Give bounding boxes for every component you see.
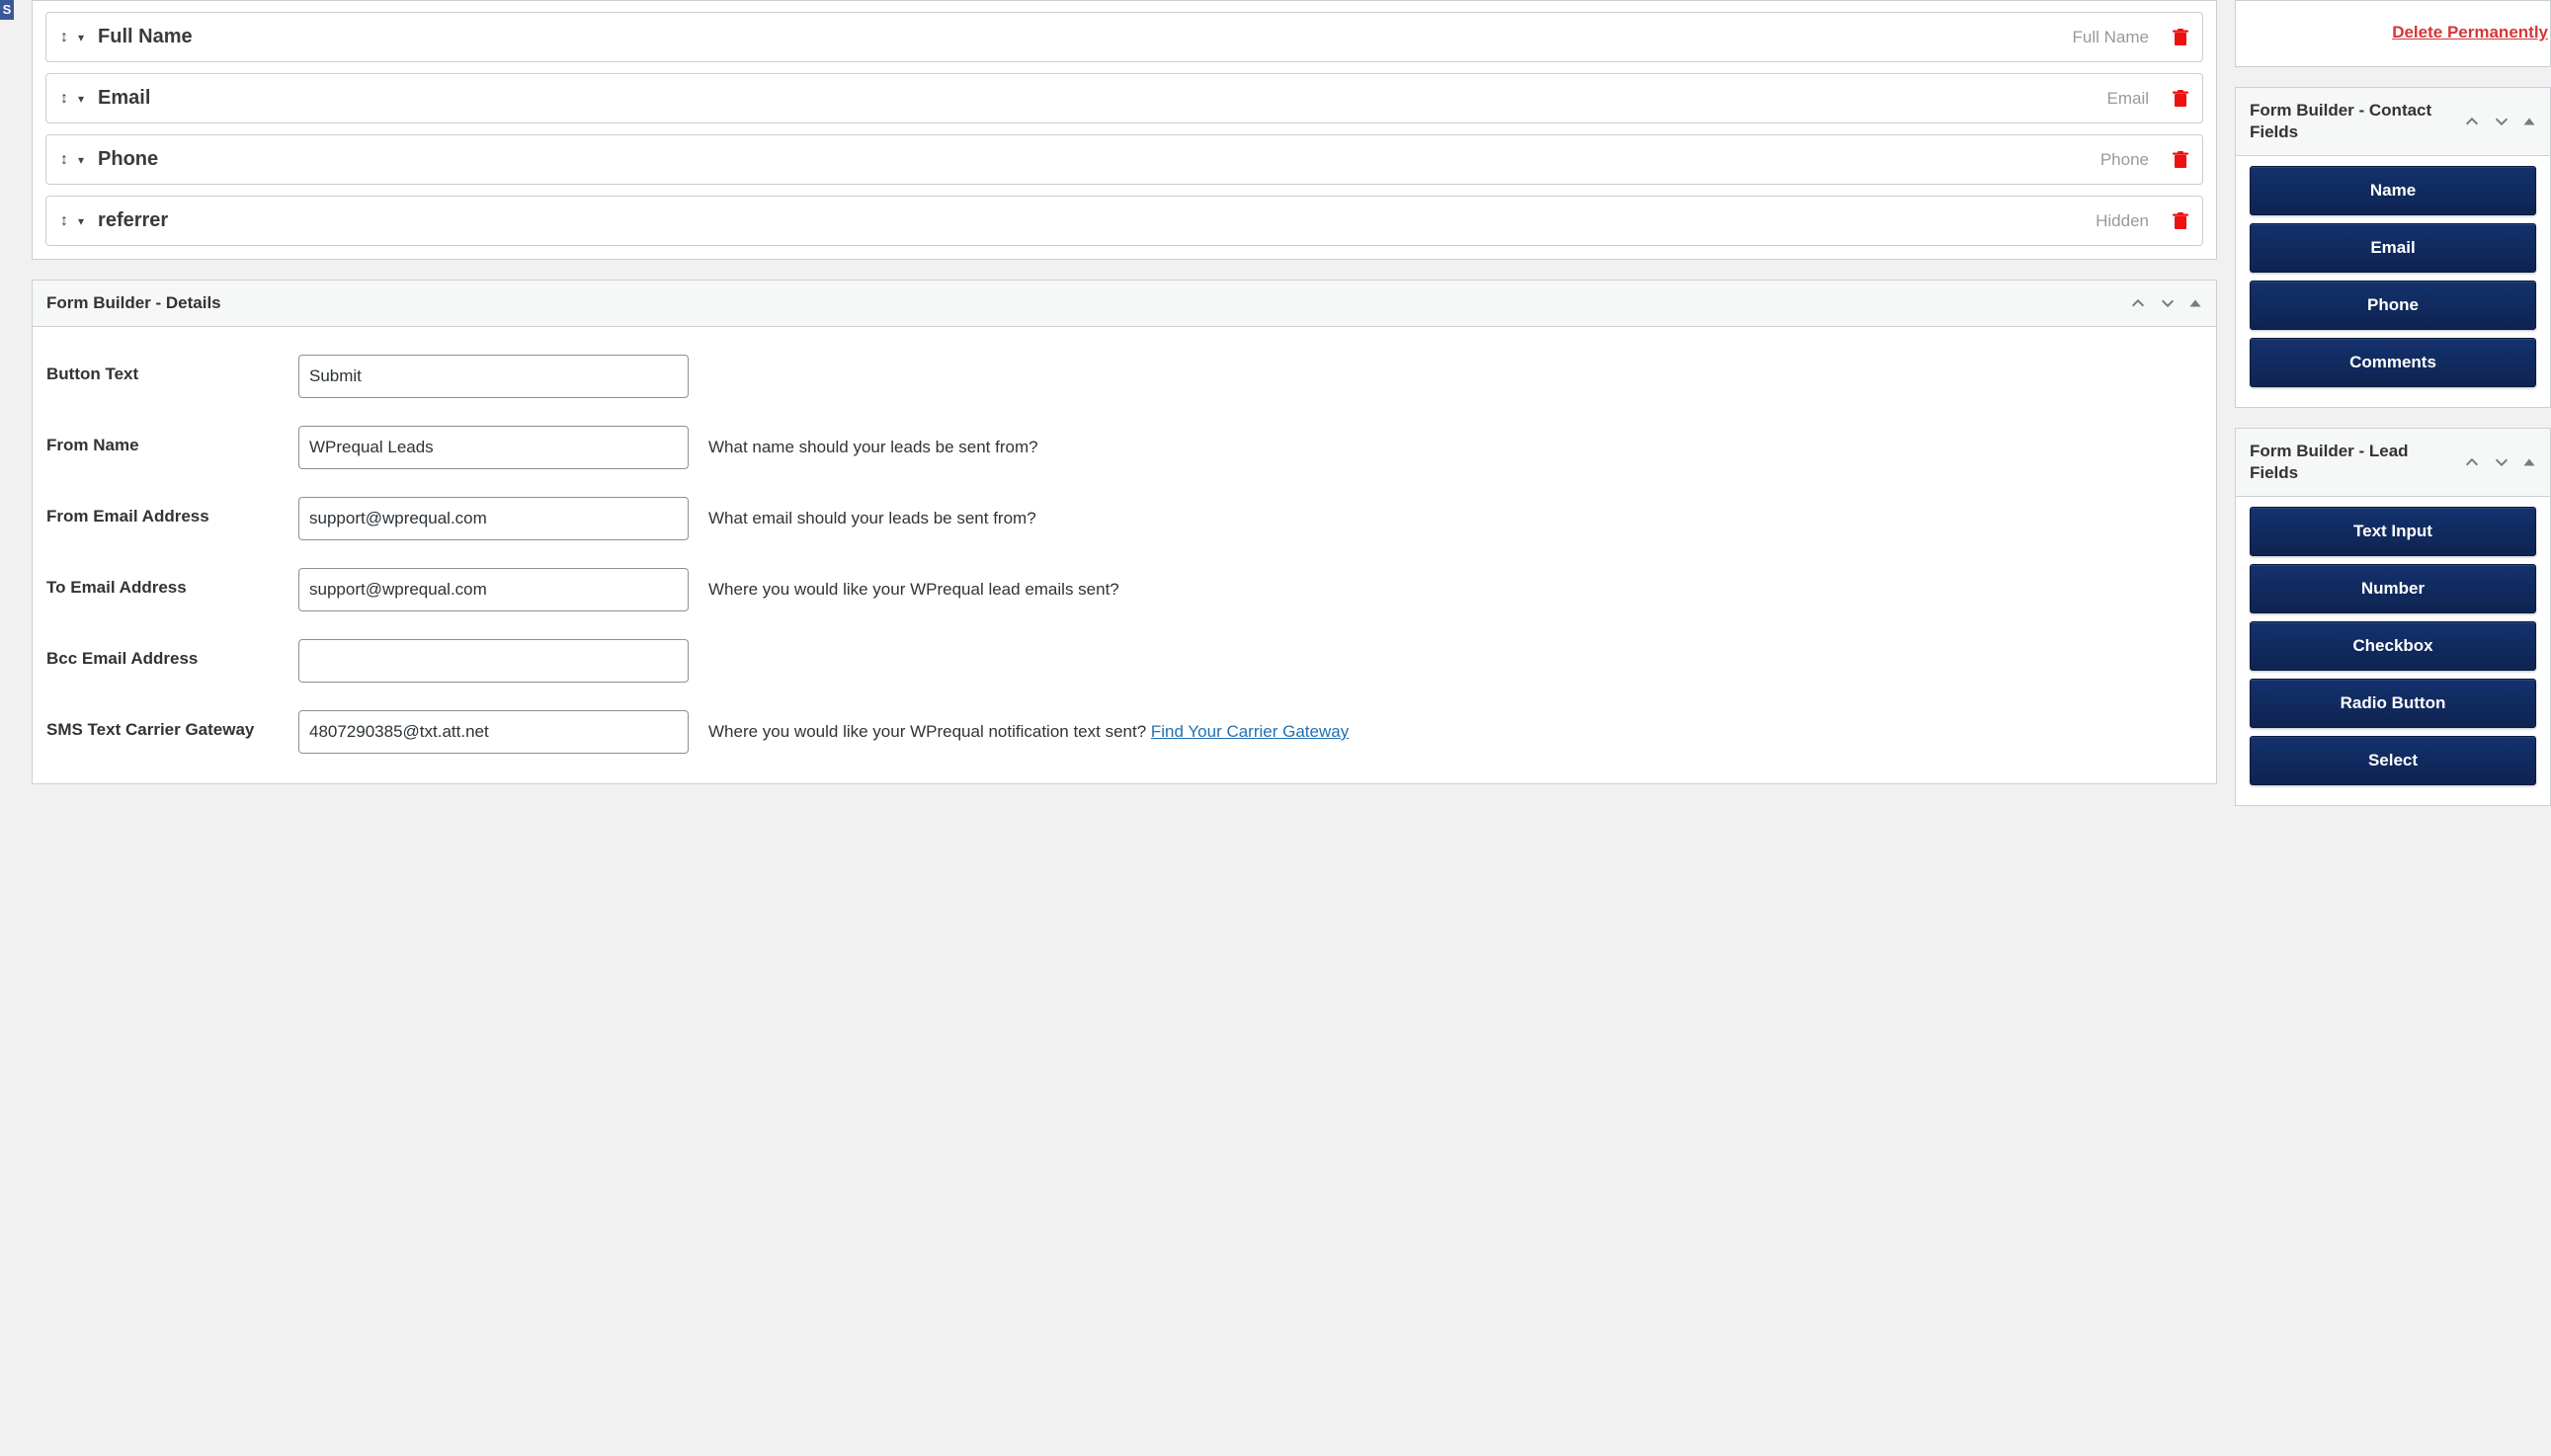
- sms-gateway-label: SMS Text Carrier Gateway: [46, 710, 279, 740]
- toggle-panel-icon[interactable]: [2516, 447, 2542, 477]
- field-label: Phone: [98, 148, 158, 171]
- field-label: Email: [98, 87, 150, 110]
- bcc-email-input[interactable]: [298, 639, 689, 683]
- field-label: referrer: [98, 209, 168, 232]
- field-type: Email: [2106, 89, 2149, 109]
- add-name-field-button[interactable]: Name: [2250, 166, 2536, 215]
- details-heading: Form Builder - Details: [33, 281, 2115, 326]
- drag-handle-icon[interactable]: ↕: [60, 90, 68, 108]
- find-carrier-gateway-link[interactable]: Find Your Carrier Gateway: [1151, 722, 1349, 741]
- button-text-input[interactable]: [298, 355, 689, 398]
- move-down-icon[interactable]: [2487, 445, 2516, 479]
- add-radio-button-field-button[interactable]: Radio Button: [2250, 679, 2536, 728]
- add-phone-field-button[interactable]: Phone: [2250, 281, 2536, 330]
- lead-fields-panel: Form Builder - Lead Fields Text Input Nu…: [2235, 428, 2551, 806]
- sms-gateway-input[interactable]: [298, 710, 689, 754]
- add-number-field-button[interactable]: Number: [2250, 564, 2536, 613]
- drag-handle-icon[interactable]: ↕: [60, 29, 68, 46]
- caret-down-icon[interactable]: ▾: [78, 31, 84, 44]
- details-panel: Form Builder - Details Button Text: [32, 280, 2217, 784]
- to-email-input[interactable]: [298, 568, 689, 611]
- button-text-label: Button Text: [46, 355, 279, 384]
- trash-icon[interactable]: [2173, 29, 2188, 46]
- publish-actions-panel: Delete Permanently: [2235, 0, 2551, 67]
- toggle-panel-icon[interactable]: [2182, 288, 2208, 318]
- bcc-email-help: [708, 639, 2202, 649]
- add-email-field-button[interactable]: Email: [2250, 223, 2536, 273]
- delete-permanently-link[interactable]: Delete Permanently: [2392, 23, 2548, 41]
- caret-down-icon[interactable]: ▾: [78, 153, 84, 167]
- field-type: Hidden: [2096, 211, 2149, 231]
- toggle-panel-icon[interactable]: [2516, 107, 2542, 136]
- move-up-icon[interactable]: [2457, 445, 2487, 479]
- trash-icon[interactable]: [2173, 212, 2188, 230]
- move-down-icon[interactable]: [2487, 105, 2516, 138]
- caret-down-icon[interactable]: ▾: [78, 92, 84, 106]
- to-email-label: To Email Address: [46, 568, 279, 598]
- collapsed-menu-tab[interactable]: S: [0, 0, 14, 20]
- contact-fields-header: Form Builder - Contact Fields: [2236, 88, 2550, 156]
- field-type: Full Name: [2073, 28, 2149, 47]
- from-email-help: What email should your leads be sent fro…: [708, 497, 2202, 530]
- move-down-icon[interactable]: [2153, 286, 2182, 320]
- add-text-input-field-button[interactable]: Text Input: [2250, 507, 2536, 556]
- drag-handle-icon[interactable]: ↕: [60, 151, 68, 169]
- add-comments-field-button[interactable]: Comments: [2250, 338, 2536, 387]
- field-label: Full Name: [98, 26, 193, 48]
- add-select-field-button[interactable]: Select: [2250, 736, 2536, 785]
- button-text-help: [708, 355, 2202, 364]
- to-email-help: Where you would like your WPrequal lead …: [708, 568, 2202, 602]
- lead-fields-heading: Form Builder - Lead Fields: [2236, 429, 2449, 496]
- lead-fields-header: Form Builder - Lead Fields: [2236, 429, 2550, 497]
- from-email-label: From Email Address: [46, 497, 279, 526]
- field-row-full-name[interactable]: ↕ ▾ Full Name Full Name: [45, 12, 2203, 62]
- contact-fields-heading: Form Builder - Contact Fields: [2236, 88, 2449, 155]
- contact-fields-panel: Form Builder - Contact Fields Name Email: [2235, 87, 2551, 408]
- from-name-input[interactable]: [298, 426, 689, 469]
- field-row-referrer[interactable]: ↕ ▾ referrer Hidden: [45, 196, 2203, 246]
- from-name-help: What name should your leads be sent from…: [708, 426, 2202, 459]
- trash-icon[interactable]: [2173, 90, 2188, 108]
- form-fields-panel: ↕ ▾ Full Name Full Name ↕ ▾ Email Email: [32, 0, 2217, 260]
- trash-icon[interactable]: [2173, 151, 2188, 169]
- sms-gateway-help: Where you would like your WPrequal notif…: [708, 710, 2202, 744]
- from-email-input[interactable]: [298, 497, 689, 540]
- details-header: Form Builder - Details: [33, 281, 2216, 327]
- bcc-email-label: Bcc Email Address: [46, 639, 279, 669]
- move-up-icon[interactable]: [2457, 105, 2487, 138]
- drag-handle-icon[interactable]: ↕: [60, 212, 68, 230]
- from-name-label: From Name: [46, 426, 279, 455]
- field-row-email[interactable]: ↕ ▾ Email Email: [45, 73, 2203, 123]
- field-row-phone[interactable]: ↕ ▾ Phone Phone: [45, 134, 2203, 185]
- add-checkbox-field-button[interactable]: Checkbox: [2250, 621, 2536, 671]
- move-up-icon[interactable]: [2123, 286, 2153, 320]
- field-type: Phone: [2100, 150, 2149, 170]
- caret-down-icon[interactable]: ▾: [78, 214, 84, 228]
